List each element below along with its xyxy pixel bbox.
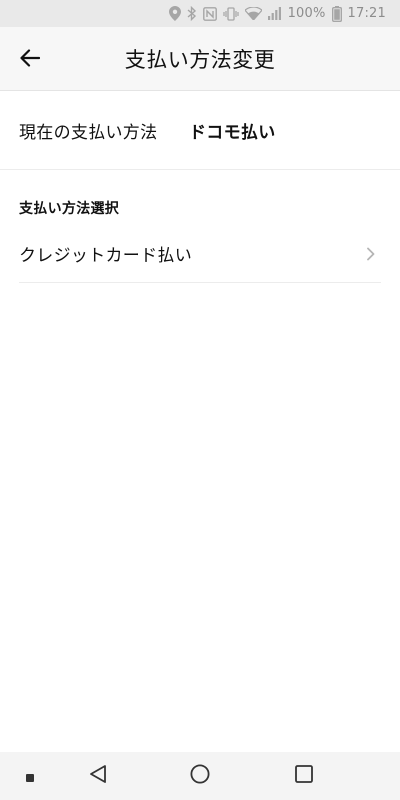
app-header: 支払い方法変更 bbox=[0, 27, 400, 91]
current-method-label: 現在の支払い方法 bbox=[19, 123, 158, 143]
menu-dot-icon bbox=[26, 767, 34, 786]
battery-icon bbox=[331, 5, 342, 22]
current-payment-method: 現在の支払い方法 ドコモ払い bbox=[0, 92, 400, 170]
recents-square-icon bbox=[295, 765, 313, 787]
location-icon bbox=[168, 6, 181, 21]
battery-percent: 100% bbox=[287, 6, 326, 21]
section-heading: 支払い方法選択 bbox=[19, 201, 120, 217]
option-label: クレジットカード払い bbox=[19, 246, 192, 266]
nfc-icon bbox=[202, 6, 217, 21]
chevron-right-icon bbox=[361, 244, 381, 264]
page-title: 支払い方法変更 bbox=[124, 48, 276, 72]
back-triangle-icon bbox=[89, 764, 107, 788]
status-bar: 100% 17:21 bbox=[0, 0, 400, 27]
wifi-icon bbox=[244, 7, 262, 20]
current-method-value: ドコモ払い bbox=[189, 123, 276, 143]
vibrate-icon bbox=[222, 6, 239, 21]
nav-back-button[interactable] bbox=[74, 752, 122, 800]
menu-dot-button[interactable] bbox=[6, 752, 54, 800]
nav-home-button[interactable] bbox=[176, 752, 224, 800]
screen: 100% 17:21 支払い方法変更 現在の支払い方法 ドコモ払い 支払い方法選… bbox=[0, 0, 400, 800]
signal-icon bbox=[267, 7, 282, 20]
bluetooth-icon bbox=[187, 6, 197, 21]
clock: 17:21 bbox=[347, 6, 386, 21]
back-button[interactable] bbox=[14, 44, 46, 76]
navigation-bar bbox=[0, 752, 400, 800]
home-circle-icon bbox=[190, 764, 210, 788]
nav-recents-button[interactable] bbox=[280, 752, 328, 800]
arrow-left-icon bbox=[20, 49, 41, 71]
option-credit-card[interactable]: クレジットカード払い bbox=[19, 225, 381, 283]
